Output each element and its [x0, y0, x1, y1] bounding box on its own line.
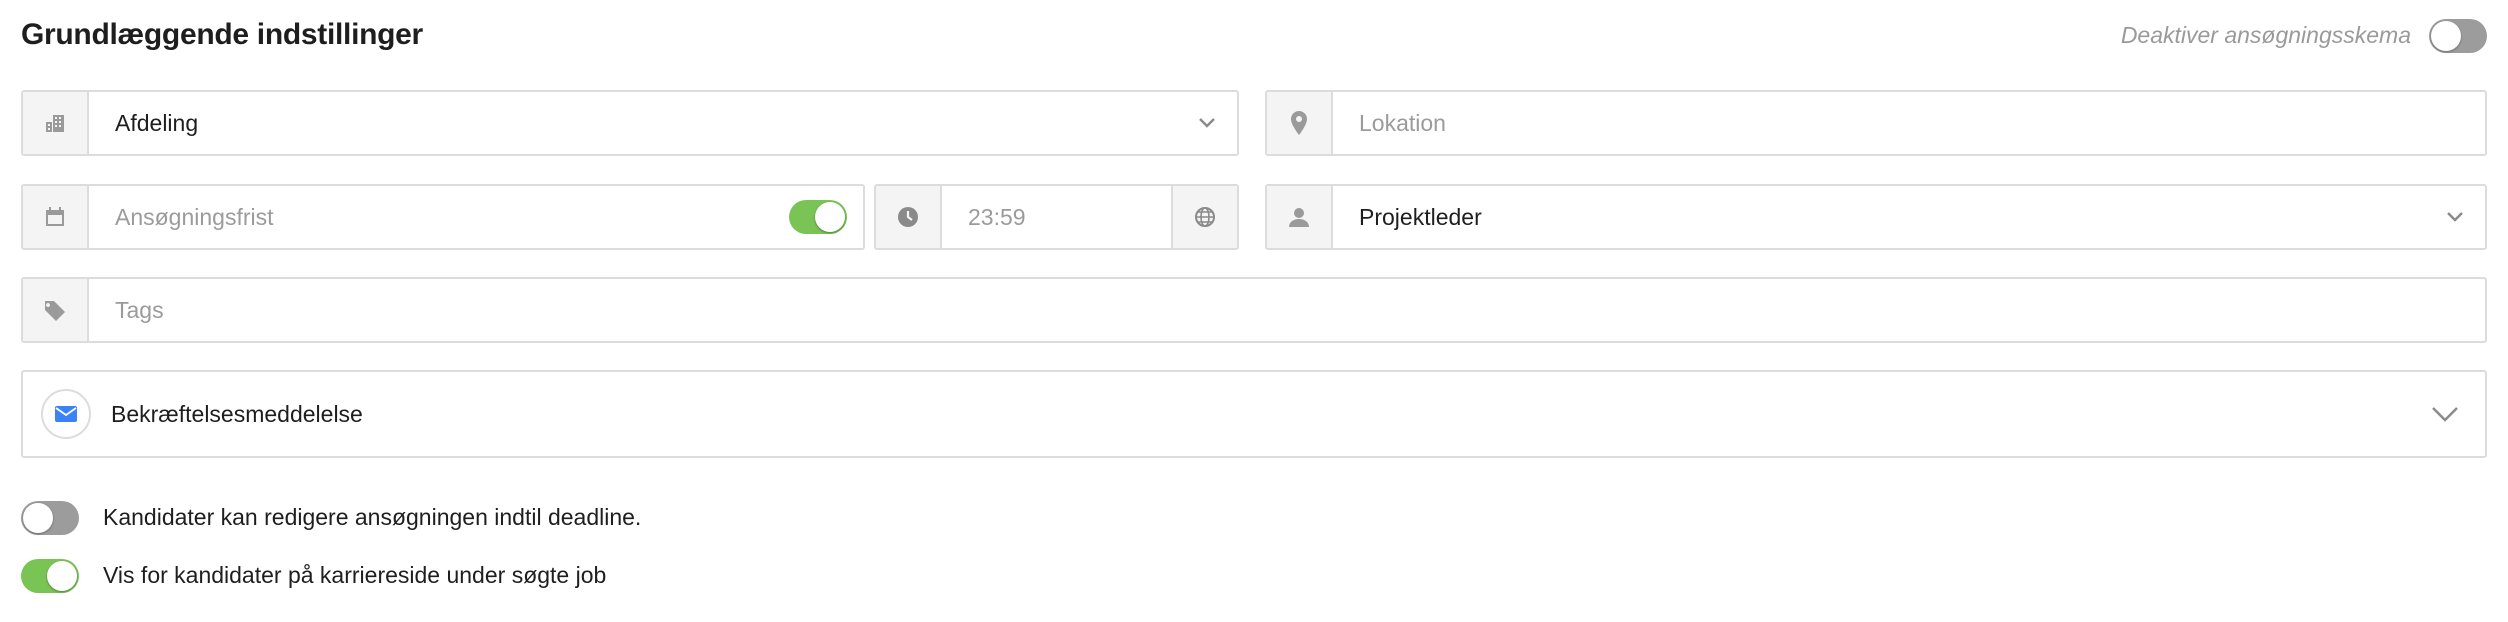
- department-value: Afdeling: [115, 109, 199, 136]
- confirmation-message-accordion[interactable]: Bekræftelsesmeddelelse: [21, 370, 2487, 458]
- map-pin-icon: [1267, 92, 1333, 154]
- deadline-field[interactable]: Ansøgningsfrist: [21, 184, 865, 250]
- location-field[interactable]: Lokation: [1265, 90, 2487, 156]
- clock-icon: [876, 186, 942, 248]
- deadline-input[interactable]: Ansøgningsfrist: [89, 204, 789, 231]
- edit-until-deadline-toggle[interactable]: [21, 501, 79, 535]
- deactivate-form-label: Deaktiver ansøgningsskema: [2120, 22, 2411, 48]
- chevron-down-icon: [2425, 211, 2485, 223]
- deadline-toggle[interactable]: [789, 200, 847, 234]
- deactivate-form-toggle[interactable]: [2429, 19, 2487, 53]
- tags-field[interactable]: Tags: [21, 277, 2487, 343]
- tag-icon: [23, 279, 89, 341]
- show-on-career-page-toggle[interactable]: [21, 559, 79, 593]
- tags-input[interactable]: Tags: [89, 297, 2485, 324]
- envelope-icon: [41, 389, 91, 439]
- user-icon: [1267, 186, 1333, 248]
- department-select[interactable]: Afdeling: [21, 90, 1239, 156]
- edit-until-deadline-label: Kandidater kan redigere ansøgningen indt…: [103, 504, 642, 530]
- show-on-career-page-label: Vis for kandidater på karriereside under…: [103, 562, 607, 588]
- building-icon: [23, 92, 89, 154]
- role-select[interactable]: Projektleder: [1265, 184, 2487, 250]
- confirmation-label: Bekræftelsesmeddelelse: [111, 400, 363, 427]
- chevron-down-icon: [1177, 117, 1237, 129]
- role-value: Projektleder: [1359, 203, 1482, 230]
- calendar-icon: [23, 186, 89, 248]
- chevron-down-icon: [2405, 406, 2485, 422]
- location-input[interactable]: Lokation: [1333, 110, 2485, 137]
- page-title: Grundlæggende indstillinger: [21, 18, 423, 51]
- time-field[interactable]: 23:59: [874, 184, 1239, 250]
- time-input[interactable]: 23:59: [942, 204, 1171, 231]
- globe-icon[interactable]: [1171, 186, 1237, 248]
